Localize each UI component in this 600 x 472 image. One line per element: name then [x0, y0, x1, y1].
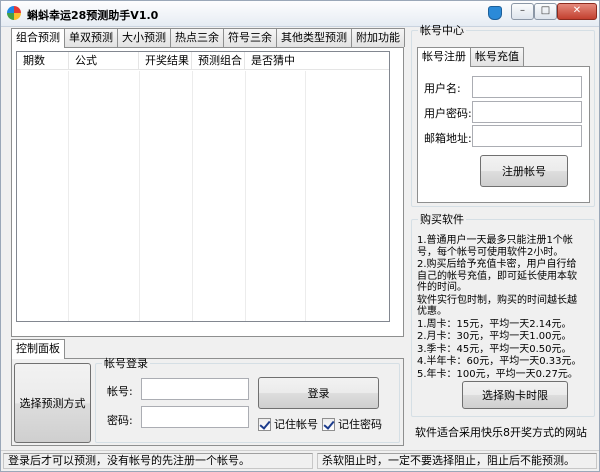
control-panel-tabbar: 控制面板 — [11, 339, 65, 359]
select-prediction-mode-button[interactable]: 选择预测方式 — [14, 363, 91, 443]
column-header-predicted-combo[interactable]: 预测组合 — [192, 52, 245, 70]
tab-odd-even-prediction[interactable]: 单双预测 — [64, 28, 118, 47]
tab-hotspot-remainder[interactable]: 热点三余 — [170, 28, 224, 47]
remember-password-checkbox[interactable]: 记住密码 — [322, 416, 382, 432]
select-card-duration-button[interactable]: 选择购卡时限 — [462, 381, 568, 409]
purchase-legend: 购买软件 — [420, 213, 464, 226]
column-header-hit[interactable]: 是否猜中 — [245, 52, 305, 70]
column-divider — [305, 71, 306, 321]
close-button[interactable]: ✕ — [557, 3, 597, 20]
account-input[interactable] — [141, 378, 249, 400]
column-divider — [139, 71, 140, 321]
login-button[interactable]: 登录 — [258, 377, 379, 409]
maximize-button[interactable]: □ — [534, 3, 557, 20]
password-label: 密码: — [107, 414, 133, 427]
skin-icon[interactable] — [488, 6, 502, 20]
tab-size-prediction[interactable]: 大小预测 — [117, 28, 171, 47]
window-title: 蝌蚪幸运28预测助手V1.0 — [27, 9, 159, 22]
purchase-line: 2.月卡：30元，平均一天1.00元。 — [417, 331, 572, 342]
purchase-line: 1.普通用户一天最多只能注册1个帐号，每个帐号可使用软件2小时。 — [417, 235, 573, 258]
purchase-info: 1.普通用户一天最多只能注册1个帐号，每个帐号可使用软件2小时。 2.购买后给予… — [417, 235, 585, 381]
column-header-draw-result[interactable]: 开奖结果 — [139, 52, 192, 70]
purchase-line: 3.季卡：45元，平均一天0.50元。 — [417, 343, 572, 355]
column-divider — [192, 71, 193, 321]
app-logo-icon — [7, 6, 21, 20]
purchase-line: 5.年卡：100元，平均一天0.27元。 — [417, 368, 578, 380]
status-bar: 登录后才可以预测，没有帐号的先注册一个帐号。 杀软阻止时，一定不要选择阻止，阻止… — [1, 450, 599, 471]
table-body[interactable] — [17, 71, 389, 321]
remember-account-checkbox[interactable]: 记住帐号 — [258, 416, 318, 432]
user-password-input[interactable] — [472, 101, 582, 123]
remember-account-label: 记住帐号 — [274, 418, 318, 431]
register-account-button[interactable]: 注册帐号 — [480, 155, 568, 187]
account-center-legend: 帐号中心 — [420, 24, 464, 37]
username-input[interactable] — [472, 76, 582, 98]
purchase-line: 4.半年卡：60元，平均一天0.33元。 — [417, 356, 582, 367]
table-header: 期数 公式 开奖结果 预测组合 是否猜中 — [17, 52, 389, 70]
main-tabbar: 组合预测 单双预测 大小预测 热点三余 符号三余 其他类型预测 附加功能 — [11, 28, 405, 48]
email-label: 邮箱地址: — [424, 132, 472, 145]
remember-password-label: 记住密码 — [338, 418, 382, 431]
tab-symbol-remainder[interactable]: 符号三余 — [223, 28, 277, 47]
purchase-line: 2.购买后给予充值卡密，用户自行给自己的帐号充值，即可延长使用本软件的时间。 — [417, 259, 577, 293]
user-password-label: 用户密码: — [424, 107, 472, 120]
column-divider — [245, 71, 246, 321]
password-input[interactable] — [141, 406, 249, 428]
status-message-right: 杀软阻止时，一定不要选择阻止，阻止后不能预测。 — [317, 453, 597, 469]
prediction-table[interactable]: 期数 公式 开奖结果 预测组合 是否猜中 — [16, 51, 390, 322]
username-label: 用户名: — [424, 82, 461, 95]
tab-other-prediction[interactable]: 其他类型预测 — [276, 28, 352, 47]
email-input[interactable] — [472, 125, 582, 147]
column-header-formula[interactable]: 公式 — [69, 52, 139, 70]
login-group-legend: 帐号登录 — [104, 357, 148, 370]
tab-extra-functions[interactable]: 附加功能 — [351, 28, 405, 47]
tab-account-recharge[interactable]: 帐号充值 — [470, 47, 524, 66]
purchase-line: 软件实行包时制，购买的时间越长越优惠。 — [417, 294, 577, 318]
minimize-button[interactable]: – — [511, 3, 534, 20]
tab-account-register[interactable]: 帐号注册 — [417, 47, 471, 67]
site-compatibility-note: 软件适合采用快乐8开奖方式的网站 — [415, 426, 587, 439]
column-divider — [68, 71, 69, 321]
status-message-left: 登录后才可以预测，没有帐号的先注册一个帐号。 — [3, 453, 313, 469]
account-label: 帐号: — [107, 385, 133, 398]
checkbox-checked-icon[interactable] — [322, 417, 335, 431]
app-window: 蝌蚪幸运28预测助手V1.0 – □ ✕ 组合预测 单双预测 大小预测 热点三余… — [0, 0, 600, 472]
account-tabbar: 帐号注册 帐号充值 — [417, 47, 524, 67]
purchase-line: 1.周卡：15元，平均一天2.14元。 — [417, 318, 572, 330]
tab-control-panel[interactable]: 控制面板 — [11, 339, 65, 359]
column-header-period[interactable]: 期数 — [17, 52, 69, 70]
tab-combo-prediction[interactable]: 组合预测 — [11, 28, 65, 48]
checkbox-checked-icon[interactable] — [258, 417, 271, 431]
